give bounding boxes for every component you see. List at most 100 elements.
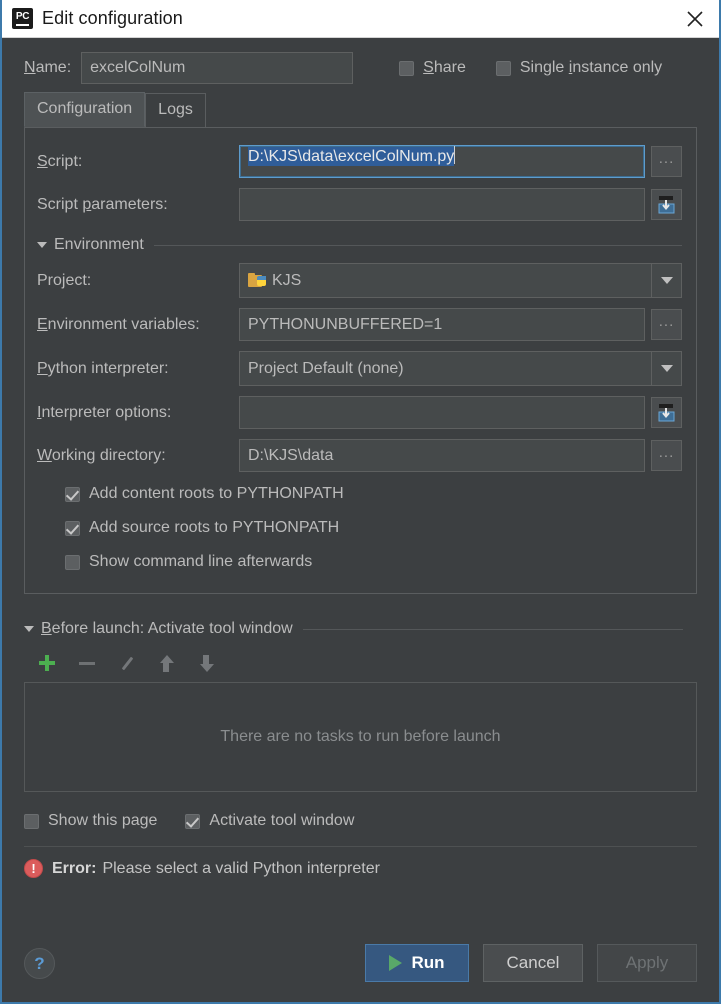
plus-icon bbox=[38, 654, 56, 672]
environment-variables-label: Environment variables: bbox=[37, 315, 200, 333]
move-down-button[interactable] bbox=[196, 652, 218, 674]
tab-logs[interactable]: Logs bbox=[145, 93, 206, 127]
python-interpreter-dropdown[interactable]: Project Default (none) bbox=[239, 351, 682, 386]
title-bar: PC Edit configuration bbox=[2, 0, 719, 38]
interpreter-options-row: Interpreter options: bbox=[25, 391, 696, 434]
project-dropdown[interactable]: KJS bbox=[239, 263, 682, 298]
environment-variables-row: Environment variables: ... bbox=[25, 303, 696, 346]
working-directory-row: Working directory: ... bbox=[25, 434, 696, 477]
show-this-page-group[interactable]: Show this page bbox=[24, 812, 185, 830]
show-command-line-checkbox[interactable] bbox=[65, 554, 80, 570]
name-row: Name: Share Single instance only bbox=[2, 38, 719, 92]
chevron-down-icon[interactable] bbox=[651, 352, 681, 385]
before-launch-section: Before launch: Activate tool window Ther… bbox=[2, 594, 719, 792]
apply-button[interactable]: Apply bbox=[597, 944, 697, 982]
script-browse-button[interactable]: ... bbox=[651, 146, 682, 177]
share-label: Share bbox=[423, 59, 466, 76]
project-value: KJS bbox=[272, 271, 302, 289]
show-this-page-checkbox[interactable] bbox=[24, 813, 39, 829]
error-message-row: ! Error: Please select a valid Python in… bbox=[2, 847, 719, 878]
triangle-down-icon bbox=[37, 242, 47, 248]
help-button[interactable]: ? bbox=[24, 947, 55, 979]
show-command-line-label: Show command line afterwards bbox=[89, 553, 313, 570]
script-parameters-label: Script parameters: bbox=[37, 195, 168, 213]
project-row: Project: KJS bbox=[25, 258, 696, 303]
interpreter-options-input[interactable] bbox=[239, 396, 645, 429]
minus-icon bbox=[79, 661, 95, 665]
show-command-line-row[interactable]: Show command line afterwards bbox=[25, 545, 696, 579]
arrow-up-icon bbox=[160, 654, 174, 672]
window-title: Edit configuration bbox=[42, 8, 183, 28]
pycharm-logo-icon: PC bbox=[12, 8, 33, 29]
dialog-footer: ? Run Cancel Apply bbox=[2, 944, 719, 1002]
run-label: Run bbox=[411, 953, 445, 972]
close-icon[interactable] bbox=[677, 4, 713, 34]
chevron-down-icon[interactable] bbox=[651, 264, 681, 297]
move-up-button[interactable] bbox=[156, 652, 178, 674]
script-parameters-row: Script parameters: bbox=[25, 183, 696, 226]
group-divider bbox=[153, 244, 682, 246]
name-input[interactable] bbox=[81, 52, 354, 84]
script-label: Script: bbox=[37, 152, 83, 170]
tab-bar: Configuration Logs bbox=[2, 92, 719, 127]
environment-group-title: Environment bbox=[54, 236, 144, 253]
python-interpreter-value: Project Default (none) bbox=[248, 359, 404, 377]
add-source-roots-row[interactable]: Add source roots to PYTHONPATH bbox=[25, 511, 696, 545]
help-label: ? bbox=[34, 953, 45, 973]
project-folder-python-icon bbox=[248, 272, 266, 289]
add-content-roots-row[interactable]: Add content roots to PYTHONPATH bbox=[25, 477, 696, 511]
environment-variables-browse-button[interactable]: ... bbox=[651, 309, 682, 340]
environment-group-header[interactable]: Environment bbox=[25, 226, 696, 258]
script-input-value: D:\KJS\data\excelColNum.py bbox=[248, 147, 455, 166]
single-instance-checkbox[interactable] bbox=[495, 60, 511, 76]
edit-task-button[interactable] bbox=[116, 652, 138, 674]
triangle-down-icon bbox=[24, 626, 34, 632]
script-input[interactable]: D:\KJS\data\excelColNum.py bbox=[239, 145, 645, 178]
share-checkbox-group[interactable]: Share bbox=[399, 59, 466, 77]
pencil-icon bbox=[121, 656, 133, 670]
edit-configuration-dialog: PC Edit configuration Name: Share Single… bbox=[0, 0, 721, 1004]
python-interpreter-row: Python interpreter: Project Default (non… bbox=[25, 346, 696, 391]
tab-configuration[interactable]: Configuration bbox=[24, 92, 146, 127]
add-content-roots-checkbox[interactable] bbox=[65, 486, 80, 502]
project-label: Project: bbox=[37, 271, 92, 289]
single-instance-checkbox-group[interactable]: Single instance only bbox=[495, 59, 663, 77]
group-divider bbox=[302, 628, 683, 630]
name-label: Name: bbox=[24, 59, 72, 76]
before-launch-title: Before launch: Activate tool window bbox=[41, 620, 293, 637]
show-this-page-label: Show this page bbox=[48, 812, 158, 829]
working-directory-label: Working directory: bbox=[37, 446, 166, 464]
cancel-button[interactable]: Cancel bbox=[483, 944, 583, 982]
working-directory-input[interactable] bbox=[239, 439, 645, 472]
arrow-down-icon bbox=[200, 654, 214, 672]
insert-expression-icon[interactable] bbox=[651, 397, 682, 428]
error-prefix: Error: bbox=[52, 859, 97, 877]
run-button[interactable]: Run bbox=[365, 944, 469, 982]
environment-variables-input[interactable] bbox=[239, 308, 645, 341]
script-row: Script: D:\KJS\data\excelColNum.py ... bbox=[25, 140, 696, 183]
configuration-panel: Script: D:\KJS\data\excelColNum.py ... S… bbox=[24, 127, 697, 594]
before-launch-options: Show this page Activate tool window bbox=[2, 792, 719, 830]
before-launch-header[interactable]: Before launch: Activate tool window bbox=[24, 610, 697, 642]
activate-tool-window-group[interactable]: Activate tool window bbox=[185, 812, 382, 830]
interpreter-options-label: Interpreter options: bbox=[37, 403, 172, 421]
add-content-roots-label: Add content roots to PYTHONPATH bbox=[89, 485, 344, 502]
error-text: Please select a valid Python interpreter bbox=[102, 859, 380, 877]
working-directory-browse-button[interactable]: ... bbox=[651, 440, 682, 471]
add-source-roots-checkbox[interactable] bbox=[65, 520, 80, 536]
insert-expression-icon[interactable] bbox=[651, 189, 682, 220]
python-interpreter-label: Python interpreter: bbox=[37, 359, 169, 377]
before-launch-toolbar bbox=[24, 642, 697, 682]
single-instance-label: Single instance only bbox=[519, 59, 663, 76]
script-parameters-input[interactable] bbox=[239, 188, 645, 221]
add-source-roots-label: Add source roots to PYTHONPATH bbox=[89, 519, 340, 536]
activate-tool-window-label: Activate tool window bbox=[209, 812, 355, 829]
error-icon: ! bbox=[24, 859, 43, 878]
before-launch-empty-message: There are no tasks to run before launch bbox=[220, 728, 501, 745]
before-launch-task-list[interactable]: There are no tasks to run before launch bbox=[24, 682, 697, 792]
add-task-button[interactable] bbox=[36, 652, 58, 674]
play-icon bbox=[389, 955, 403, 971]
remove-task-button[interactable] bbox=[76, 652, 98, 674]
activate-tool-window-checkbox[interactable] bbox=[185, 813, 201, 829]
share-checkbox[interactable] bbox=[399, 60, 415, 76]
